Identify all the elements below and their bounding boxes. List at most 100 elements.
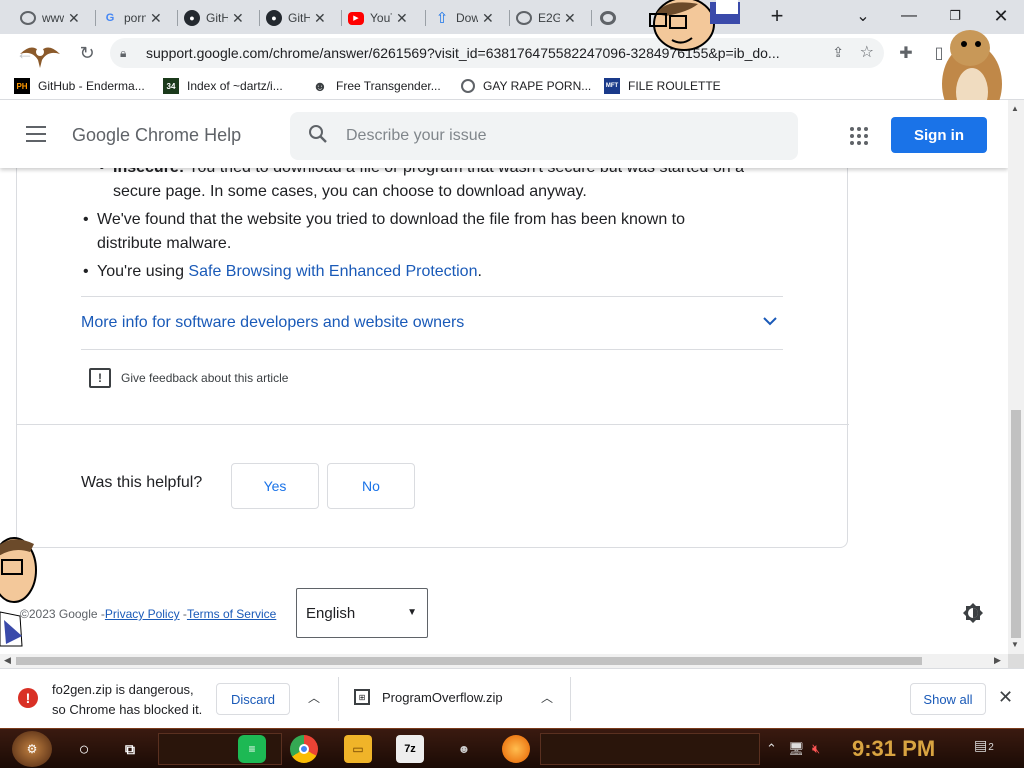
youtube-icon: ▶ xyxy=(348,11,364,25)
cortana-circle-icon[interactable]: ○ xyxy=(70,735,98,763)
taskbar: ⚙ ○ ⧉ ≡ ▭ 7z ☻ ⌃ 🖥︎ 🔇︎ 9:31 PM ▤2 xyxy=(0,728,1024,768)
footer-links: ©2023 Google -Privacy Policy -Terms of S… xyxy=(20,607,277,621)
eagle-sticker xyxy=(18,40,62,75)
dark-mode-toggle-icon[interactable] xyxy=(962,602,984,624)
close-tab-icon[interactable]: ✕ xyxy=(482,10,494,27)
address-bar[interactable]: 🔒︎ support.google.com/chrome/answer/6261… xyxy=(110,38,884,68)
globe-icon xyxy=(516,11,532,25)
github-icon: ● xyxy=(266,10,282,26)
language-select[interactable]: English ▼ xyxy=(296,588,428,638)
share-icon[interactable]: ⇪ xyxy=(832,44,844,61)
show-all-button[interactable]: Show all xyxy=(910,683,986,715)
mask-icon: ☻ xyxy=(312,78,328,94)
cartoon-man-sticker xyxy=(0,536,40,653)
divider xyxy=(17,424,849,425)
download-item-filename[interactable]: ProgramOverflow.zip xyxy=(382,690,503,705)
sign-in-button[interactable]: Sign in xyxy=(891,117,987,153)
lock-icon: 🔒︎ xyxy=(120,45,127,60)
close-tab-icon[interactable]: ✕ xyxy=(314,10,326,27)
zip-file-icon: ⊞ xyxy=(354,689,370,705)
minimize-button[interactable]: — xyxy=(894,4,924,28)
browser-tab[interactable]: G porn ✕ xyxy=(96,4,178,32)
feedback-icon: ! xyxy=(89,368,111,388)
globe-icon xyxy=(20,11,36,25)
volume-muted-icon[interactable]: 🔇︎ xyxy=(812,741,820,757)
network-icon[interactable]: 🖥︎ xyxy=(788,741,805,757)
browser-tab[interactable]: ⇧ Download ✕ xyxy=(428,4,510,32)
search-placeholder: Describe your issue xyxy=(346,127,487,144)
reload-button[interactable]: ↻ xyxy=(74,40,100,66)
horizontal-scrollbar[interactable]: ◀ ▶ xyxy=(0,654,1008,668)
bookmark-item[interactable]: PH GitHub - Enderma... xyxy=(14,77,145,95)
chrome-taskbar-icon[interactable] xyxy=(290,735,318,763)
safe-browsing-link[interactable]: Safe Browsing with Enhanced Protection xyxy=(188,263,477,280)
cartoon-man-head-sticker xyxy=(636,0,746,61)
new-tab-button[interactable]: + xyxy=(762,3,792,28)
tray-chevron-icon[interactable]: ⌃ xyxy=(766,741,777,757)
task-view-icon[interactable]: ⧉ xyxy=(116,735,144,763)
bookmark-item[interactable]: MFT FILE ROULETTE xyxy=(604,77,721,95)
chevron-up-icon[interactable]: ︿ xyxy=(308,689,320,706)
screen: www ✕ G porn ✕ ● GitHub ✕ ● GitHub ✕ ▶ Y… xyxy=(0,0,1024,768)
discard-button[interactable]: Discard xyxy=(216,683,290,715)
extensions-puzzle-icon[interactable]: ✚ xyxy=(893,40,919,66)
list-item: • You're using Safe Browsing with Enhanc… xyxy=(83,263,482,280)
browser-tab[interactable]: E2G ✕ xyxy=(510,4,592,32)
bookmark-item[interactable]: GAY RAPE PORN... xyxy=(461,77,591,95)
browser-toolbar: ← ↻ 🔒︎ support.google.com/chrome/answer/… xyxy=(0,34,1024,72)
close-tab-icon[interactable]: ✕ xyxy=(232,10,244,27)
scrollbar-thumb[interactable] xyxy=(1011,410,1021,638)
terms-of-service-link[interactable]: Terms of Service xyxy=(187,607,276,621)
download-warning: fo2gen.zip is dangerous, so Chrome has b… xyxy=(52,682,203,717)
firefox-icon[interactable] xyxy=(502,735,530,763)
dropdown-arrow-icon: ▼ xyxy=(407,607,417,618)
google-icon: G xyxy=(105,12,115,24)
hamburger-menu-icon[interactable] xyxy=(26,126,46,142)
google-apps-grid-icon[interactable] xyxy=(850,127,868,145)
chevron-down-icon xyxy=(763,313,777,329)
yes-button[interactable]: Yes xyxy=(231,463,319,509)
file-roulette-icon: MFT xyxy=(604,78,620,94)
bookmark-item[interactable]: ☻ Free Transgender... xyxy=(312,77,441,95)
browser-tab[interactable]: ● GitHub ✕ xyxy=(178,4,260,32)
close-download-shelf-icon[interactable]: ✕ xyxy=(998,687,1013,708)
tab-search-chevron-icon[interactable]: ⌄ xyxy=(848,4,878,28)
scroll-left-arrow-icon[interactable]: ◀ xyxy=(4,655,11,666)
bookmarks-bar: PH GitHub - Enderma... 34 Index of ~dart… xyxy=(0,72,1024,100)
mask-app-icon[interactable]: ☻ xyxy=(450,735,478,763)
file-explorer-icon[interactable]: ▭ xyxy=(344,735,372,763)
scroll-right-arrow-icon[interactable]: ▶ xyxy=(994,655,1001,666)
close-tab-icon[interactable]: ✕ xyxy=(68,10,80,27)
notes-app-icon[interactable]: ≡ xyxy=(238,735,266,763)
scroll-up-arrow-icon[interactable]: ▲ xyxy=(1011,104,1019,113)
chevron-up-icon[interactable]: ︿ xyxy=(541,689,553,706)
bookmark-star-icon[interactable]: ☆ xyxy=(860,42,874,62)
browser-tab[interactable]: www ✕ xyxy=(14,4,96,32)
close-tab-icon[interactable]: ✕ xyxy=(564,10,576,27)
close-tab-icon[interactable]: ✕ xyxy=(396,10,408,27)
danger-icon: ! xyxy=(18,688,38,708)
system-clock[interactable]: 9:31 PM xyxy=(852,736,935,762)
no-button[interactable]: No xyxy=(327,463,415,509)
bookmark-item[interactable]: 34 Index of ~dartz/i... xyxy=(163,77,283,95)
notification-center-icon[interactable]: ▤2 xyxy=(974,737,994,754)
browser-tab[interactable]: ▶ YouTube ✕ xyxy=(342,4,426,32)
give-feedback-link[interactable]: ! Give feedback about this article xyxy=(89,368,288,388)
help-search-box[interactable]: Describe your issue xyxy=(290,112,798,160)
upload-arrow-icon: ⇧ xyxy=(435,10,449,27)
globe-icon xyxy=(461,79,475,93)
more-info-expander[interactable]: More info for software developers and we… xyxy=(81,296,783,350)
start-button-icon[interactable]: ⚙ xyxy=(12,731,52,767)
scrollbar-thumb[interactable] xyxy=(16,657,922,665)
close-tab-icon[interactable]: ✕ xyxy=(150,10,162,27)
download-shelf: ! fo2gen.zip is dangerous, so Chrome has… xyxy=(0,668,1024,728)
browser-tab[interactable]: ● GitHub ✕ xyxy=(260,4,342,32)
scroll-down-arrow-icon[interactable]: ▼ xyxy=(1011,640,1019,649)
helpful-question: Was this helpful? xyxy=(81,474,203,491)
7zip-icon[interactable]: 7z xyxy=(396,735,424,763)
vertical-scrollbar[interactable]: ▲ ▼ xyxy=(1008,100,1024,654)
privacy-policy-link[interactable]: Privacy Policy xyxy=(105,607,180,621)
help-app-bar: Google Chrome Help Describe your issue S… xyxy=(0,100,1008,168)
help-center-title[interactable]: Google Chrome Help xyxy=(72,125,241,146)
list-item: • We've found that the website you tried… xyxy=(83,211,686,228)
